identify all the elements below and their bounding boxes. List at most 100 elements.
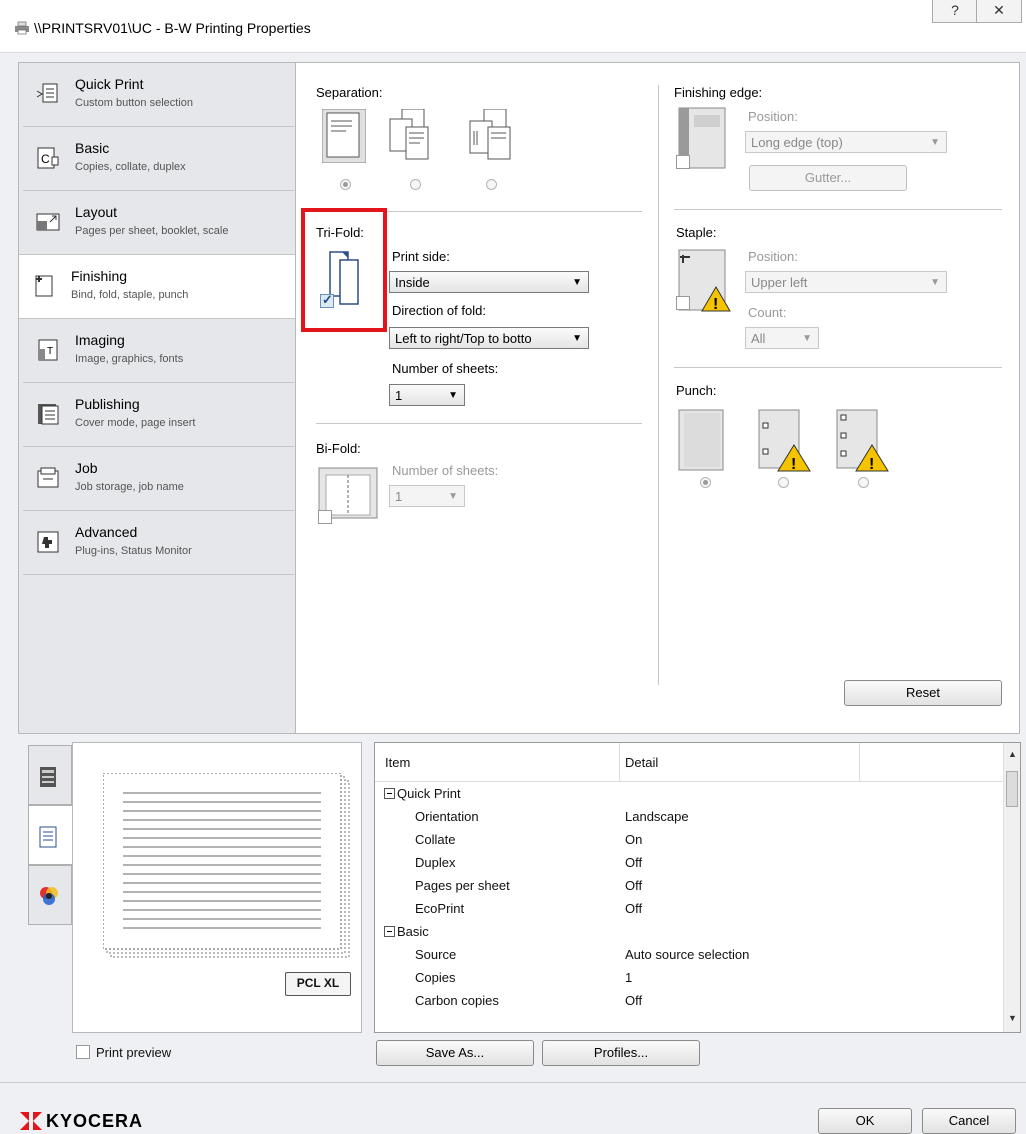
preview-page-stack [103,773,350,958]
scroll-down-icon[interactable]: ▼ [1008,1013,1017,1023]
separation-none-radio[interactable] [340,179,351,190]
staple-checkbox[interactable] [676,296,690,310]
nav-subtitle: Image, graphics, fonts [75,353,184,365]
separation-offset-icon[interactable] [388,109,434,163]
nav-title: Job [75,460,98,476]
punch-3hole-radio[interactable] [858,477,869,488]
nav-subtitle: Pages per sheet, booklet, scale [75,225,229,237]
settings-summary-list[interactable]: Item Detail Quick Print Orientation Lands… [374,742,1021,1033]
finishing-edge-checkbox[interactable] [676,155,690,169]
finishing-edge-position-dropdown[interactable]: Long edge (top) ▼ [745,131,947,153]
row-item: Quick Print [397,786,461,801]
nav-title: Finishing [71,268,128,284]
table-row[interactable]: Copies 1 [375,967,1003,990]
staple-position-value: Upper left [751,275,808,290]
row-item: Basic [397,924,429,939]
preview-tabs [28,745,72,927]
save-as-button[interactable]: Save As... [376,1040,534,1066]
print-preview-checkbox[interactable] [76,1045,90,1059]
table-row[interactable]: Carbon copies Off [375,990,1003,1013]
nav-item-publishing[interactable]: Publishing Cover mode, page insert [23,383,294,447]
nav-subtitle: Job storage, job name [75,481,184,493]
table-row[interactable]: EcoPrint Off [375,898,1003,921]
direction-of-fold-label: Direction of fold: [392,303,486,318]
table-row[interactable]: Pages per sheet Off [375,875,1003,898]
gutter-button[interactable]: Gutter... [749,165,907,191]
collapse-icon[interactable] [384,926,395,937]
row-item: Duplex [415,855,456,870]
nav-title: Imaging [75,332,125,348]
profiles-button[interactable]: Profiles... [542,1040,700,1066]
punch-3hole-icon[interactable]: ! [836,409,892,473]
row-detail: 1 [625,970,633,985]
print-side-dropdown[interactable]: Inside ▼ [389,271,589,293]
column-header-item[interactable]: Item [385,755,410,770]
bifold-checkbox[interactable] [318,510,332,524]
nav-item-basic[interactable]: C Basic Copies, collate, duplex [23,127,294,191]
nav-item-imaging[interactable]: T Imaging Image, graphics, fonts [23,319,294,383]
divider [674,209,1002,210]
nav-item-quick-print[interactable]: Quick Print Custom button selection [23,63,294,127]
staple-label: Staple: [676,225,717,240]
scroll-thumb[interactable] [1006,771,1018,807]
staple-position-dropdown[interactable]: Upper left ▼ [745,271,947,293]
tab-color[interactable] [28,865,72,925]
table-row[interactable]: Source Auto source selection [375,944,1003,967]
nav-item-layout[interactable]: Layout Pages per sheet, booklet, scale [23,191,294,255]
tab-printer[interactable] [28,745,72,805]
nav-subtitle: Custom button selection [75,97,194,109]
kyocera-logo-icon [20,1112,42,1130]
chevron-down-icon: ▼ [448,390,458,401]
job-icon [37,467,59,488]
nav-subtitle: Plug-ins, Status Monitor [75,545,192,557]
tab-page-preview[interactable] [28,805,72,865]
nav-item-finishing[interactable]: Finishing Bind, fold, staple, punch [19,254,297,319]
kyocera-logo-text: KYOCERA [46,1111,144,1131]
bi-sheets-dropdown[interactable]: 1 ▼ [389,485,465,507]
finishing-panel: Separation: Tri-Fold: Print side: Inside… [295,62,1020,734]
table-row[interactable]: Collate On [375,829,1003,852]
group-row-quick-print[interactable]: Quick Print [375,783,1003,806]
direction-of-fold-dropdown[interactable]: Left to right/Top to botto ▼ [389,327,589,349]
staple-count-dropdown[interactable]: All ▼ [745,327,819,349]
column-header-detail[interactable]: Detail [625,755,658,770]
separation-job-icon[interactable] [462,109,518,163]
tri-sheets-dropdown[interactable]: 1 ▼ [389,384,465,406]
help-button[interactable]: ? [932,0,978,23]
punch-2hole-icon[interactable]: ! [758,409,814,473]
vertical-scrollbar[interactable]: ▲ ▼ [1003,743,1020,1032]
svg-text:T: T [47,346,53,357]
row-item: EcoPrint [415,901,465,916]
bi-sheets-label: Number of sheets: [392,463,499,478]
nav-title: Quick Print [75,76,144,92]
nav-title: Layout [75,204,118,220]
chevron-down-icon: ▼ [572,277,582,288]
nav-subtitle: Copies, collate, duplex [75,161,186,173]
reset-button[interactable]: Reset [844,680,1002,706]
row-item: Collate [415,832,456,847]
window-title: \\PRINTSRV01\UC - B-W Printing Propertie… [34,20,311,36]
nav-item-advanced[interactable]: Advanced Plug-ins, Status Monitor [23,511,294,575]
scroll-up-icon[interactable]: ▲ [1008,749,1017,759]
ok-button[interactable]: OK [818,1108,912,1134]
bi-sheets-value: 1 [395,489,403,504]
close-button[interactable]: ✕ [976,0,1022,23]
chevron-down-icon: ▼ [930,277,940,288]
separation-none-icon[interactable] [322,109,366,163]
group-row-basic[interactable]: Basic [375,921,1003,944]
punch-2hole-radio[interactable] [778,477,789,488]
basic-icon: C [37,147,59,169]
punch-none-radio[interactable] [700,477,711,488]
table-row[interactable]: Duplex Off [375,852,1003,875]
nav-item-job[interactable]: Job Job storage, job name [23,447,294,511]
collapse-icon[interactable] [384,788,395,799]
nav-title: Basic [75,140,110,156]
cancel-button[interactable]: Cancel [922,1108,1016,1134]
separation-job-radio[interactable] [486,179,497,190]
imaging-icon: T [38,339,58,361]
punch-none-icon[interactable] [678,409,724,471]
table-row[interactable]: Orientation Landscape [375,806,1003,829]
separation-offset-radio[interactable] [410,179,421,190]
print-side-value: Inside [395,275,430,290]
chevron-down-icon: ▼ [569,328,582,348]
